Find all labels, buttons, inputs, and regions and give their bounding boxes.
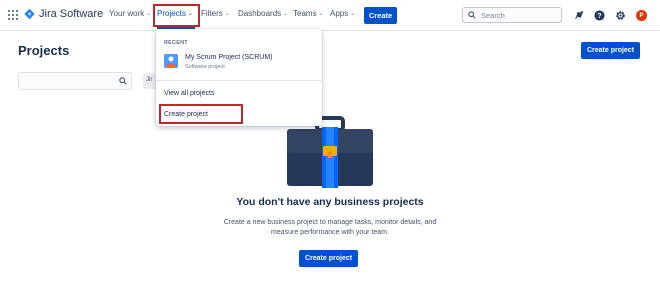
avatar[interactable]: P (636, 10, 647, 21)
search-placeholder: Search (481, 10, 505, 20)
nav-your-work-label: Your work (109, 9, 145, 18)
top-navigation: Jira Software Your work ⌄ Projects ⌄ Filte… (0, 0, 660, 31)
product-name: Jira Software (39, 8, 104, 20)
nav-teams-label: Teams (293, 9, 317, 18)
nav-projects-label: Projects (157, 9, 186, 18)
projects-dropdown-menu: RECENT My Scrum Project (SCRUM) Software… (156, 29, 322, 126)
nav-your-work[interactable]: Your work ⌄ (109, 9, 151, 18)
nav-filters[interactable]: Filters ⌄ (201, 9, 230, 18)
create-project-menu-item[interactable]: Create project (164, 111, 208, 118)
jira-logo-icon (24, 8, 35, 20)
menu-divider (156, 80, 322, 81)
chevron-down-icon: ⌄ (283, 11, 289, 17)
svg-text:?: ? (597, 11, 602, 20)
jira-logo[interactable]: Jira Software (24, 8, 103, 20)
nav-teams[interactable]: Teams ⌄ (293, 9, 324, 18)
chevron-down-icon: ⌄ (350, 11, 356, 17)
nav-apps[interactable]: Apps ⌄ (330, 9, 355, 18)
settings-icon[interactable] (614, 9, 626, 21)
app-switcher-icon[interactable] (8, 10, 18, 20)
page-title: Projects (18, 43, 70, 58)
project-search-input[interactable] (18, 72, 132, 90)
chevron-down-icon: ⌄ (318, 11, 324, 17)
project-avatar-icon (164, 54, 178, 68)
create-project-button[interactable]: Create project (581, 42, 640, 59)
briefcase-illustration (287, 116, 373, 188)
search-icon (468, 11, 476, 19)
recent-project-item[interactable]: My Scrum Project (SCRUM) Software projec… (156, 50, 322, 76)
recent-project-type: Software project (185, 64, 225, 70)
nav-projects[interactable]: Projects ⌄ (157, 9, 193, 18)
nav-dashboards-label: Dashboards (238, 9, 282, 18)
help-icon[interactable]: ? (593, 9, 605, 21)
chevron-down-icon: ⌄ (146, 11, 152, 17)
chevron-down-icon: ⌄ (224, 11, 230, 17)
recent-section-label: RECENT (164, 40, 188, 46)
nav-filters-label: Filters (201, 9, 223, 18)
empty-state-description: Create a new business project to manage … (223, 219, 437, 236)
create-button[interactable]: Create (364, 7, 397, 24)
recent-project-name: My Scrum Project (SCRUM) (185, 54, 273, 61)
empty-state-create-project-button[interactable]: Create project (299, 250, 358, 267)
nav-dashboards[interactable]: Dashboards ⌄ (238, 9, 288, 18)
chevron-down-icon: ⌄ (187, 11, 193, 17)
notifications-icon[interactable] (573, 9, 585, 21)
empty-state-title: You don't have any business projects (236, 196, 424, 208)
nav-apps-label: Apps (330, 9, 349, 18)
search-input[interactable]: Search (462, 7, 562, 23)
search-icon (119, 77, 127, 85)
view-all-projects-link[interactable]: View all projects (164, 90, 214, 97)
